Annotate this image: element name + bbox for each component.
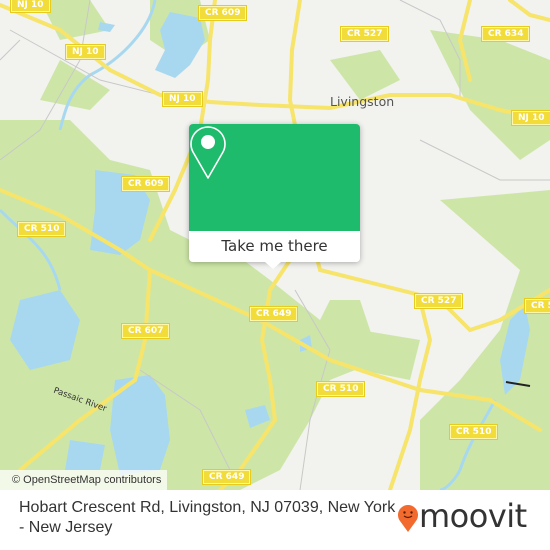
address-text: Hobart Crescent Rd, Livingston, NJ 07039… <box>19 499 396 536</box>
road-shield-nj10-b: NJ 10 <box>66 45 105 59</box>
road-shield-nj10-a: NJ 10 <box>11 0 50 12</box>
road-shield-cr649-b: CR 649 <box>203 470 251 484</box>
popup-pointer <box>265 262 281 269</box>
take-me-there-button[interactable]: Take me there <box>189 231 360 262</box>
road-shield-cr609-a: CR 609 <box>199 6 247 20</box>
road-shield-cr510-b: CR 510 <box>317 382 365 396</box>
location-pin-icon <box>190 126 226 179</box>
road-shield-cr607: CR 607 <box>122 324 170 338</box>
road-shield-nj10-c: NJ 10 <box>163 92 202 106</box>
footer: Hobart Crescent Rd, Livingston, NJ 07039… <box>0 490 550 550</box>
destination-popup[interactable]: Take me there <box>189 124 360 269</box>
road-shield-cr527-c: CR 527 <box>525 299 550 313</box>
popup-header[interactable] <box>189 124 360 231</box>
road-shield-cr510-c: CR 510 <box>450 425 498 439</box>
road-shield-cr527-a: CR 527 <box>341 27 389 41</box>
moovit-pin-icon <box>398 505 418 532</box>
map-attribution[interactable]: © OpenStreetMap contributors <box>0 470 168 490</box>
road-shield-nj10-d: NJ 10 <box>512 111 550 125</box>
road-shield-cr510-a: CR 510 <box>18 222 66 236</box>
place-label-livingston: Livingston <box>330 94 395 109</box>
road-shield-cr634: CR 634 <box>482 27 530 41</box>
road-shield-cr527-b: CR 527 <box>415 294 463 308</box>
moovit-wordmark: moovit <box>419 497 527 535</box>
map[interactable]: Livingston Passaic River NJ 10 NJ 10 NJ … <box>0 0 550 490</box>
road-shield-cr609-b: CR 609 <box>122 177 170 191</box>
road-shield-cr649-a: CR 649 <box>250 307 298 321</box>
